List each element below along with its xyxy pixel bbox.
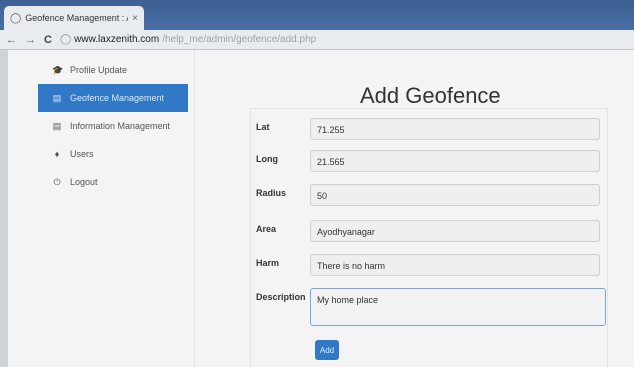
form-row-lat: Lat 71.255 xyxy=(256,118,600,140)
page-info-icon[interactable]: ◯ xyxy=(60,34,71,45)
add-button[interactable]: Add xyxy=(315,340,339,360)
back-button[interactable]: ← xyxy=(6,34,17,46)
form-row-radius: Radius 50 xyxy=(256,184,600,206)
sidebar-item-label: Profile Update xyxy=(70,65,128,75)
power-icon: ⏻ xyxy=(53,176,61,187)
form-row-description: Description My home place xyxy=(256,288,606,326)
field-label: Radius xyxy=(256,188,287,198)
page-favicon-icon: ◯ xyxy=(10,12,22,24)
description-textarea[interactable]: My home place xyxy=(310,288,606,326)
sidebar-item-logout[interactable]: ⏻ Logout xyxy=(38,168,188,196)
field-label: Harm xyxy=(256,258,280,268)
user-icon: ♦ xyxy=(54,149,60,159)
document-icon: ▤ xyxy=(52,120,62,131)
field-label: Description xyxy=(256,292,306,302)
long-input[interactable]: 21.565 xyxy=(310,150,600,172)
reload-button[interactable]: C xyxy=(44,34,52,46)
sidebar-item-profile-update[interactable]: 🎓 Profile Update xyxy=(38,56,188,84)
sidebar-item-users[interactable]: ♦ Users xyxy=(38,140,188,168)
browser-tab[interactable]: ◯ Geofence Management : A × xyxy=(4,6,144,30)
tab-title: Geofence Management : A xyxy=(25,13,129,23)
radius-input[interactable]: 50 xyxy=(310,184,600,206)
forward-button[interactable]: → xyxy=(25,34,36,46)
sidebar-divider xyxy=(194,50,195,367)
document-icon: ▤ xyxy=(52,92,62,103)
page-title: Add Geofence xyxy=(360,83,501,108)
harm-input[interactable]: There is no harm xyxy=(310,254,600,276)
lat-input[interactable]: 71.255 xyxy=(310,118,600,140)
area-input[interactable]: Ayodhyanagar xyxy=(310,220,600,242)
url-host: www.laxzenith.com xyxy=(74,34,160,45)
sidebar-item-label: Geofence Management xyxy=(70,93,165,103)
sidebar-item-label: Users xyxy=(70,149,94,159)
field-label: Lat xyxy=(256,122,270,132)
form-row-long: Long 21.565 xyxy=(256,150,600,172)
address-bar[interactable]: ◯ www.laxzenith.com/help_me/admin/geofen… xyxy=(60,34,316,45)
form-row-area: Area Ayodhyanagar xyxy=(256,220,600,242)
sidebar-item-geofence-management[interactable]: ▤ Geofence Management xyxy=(38,84,188,112)
field-label: Long xyxy=(256,154,278,164)
close-tab-icon[interactable]: × xyxy=(132,13,138,24)
browser-tabstrip: ◯ Geofence Management : A × xyxy=(0,0,634,30)
graduation-cap-icon: 🎓 xyxy=(52,64,64,75)
form-row-harm: Harm There is no harm xyxy=(256,254,600,276)
sidebar-item-information-management[interactable]: ▤ Information Management xyxy=(38,112,188,140)
url-path: /help_me/admin/geofence/add.php xyxy=(162,34,317,45)
sidebar-item-label: Logout xyxy=(70,177,98,187)
field-label: Area xyxy=(256,224,277,234)
browser-toolbar: ← → C ◯ www.laxzenith.com/help_me/admin/… xyxy=(0,30,634,50)
sidebar: 🎓 Profile Update ▤ Geofence Management ▤… xyxy=(38,56,188,196)
sidebar-item-label: Information Management xyxy=(70,121,171,131)
page-content: 🎓 Profile Update ▤ Geofence Management ▤… xyxy=(8,50,634,367)
